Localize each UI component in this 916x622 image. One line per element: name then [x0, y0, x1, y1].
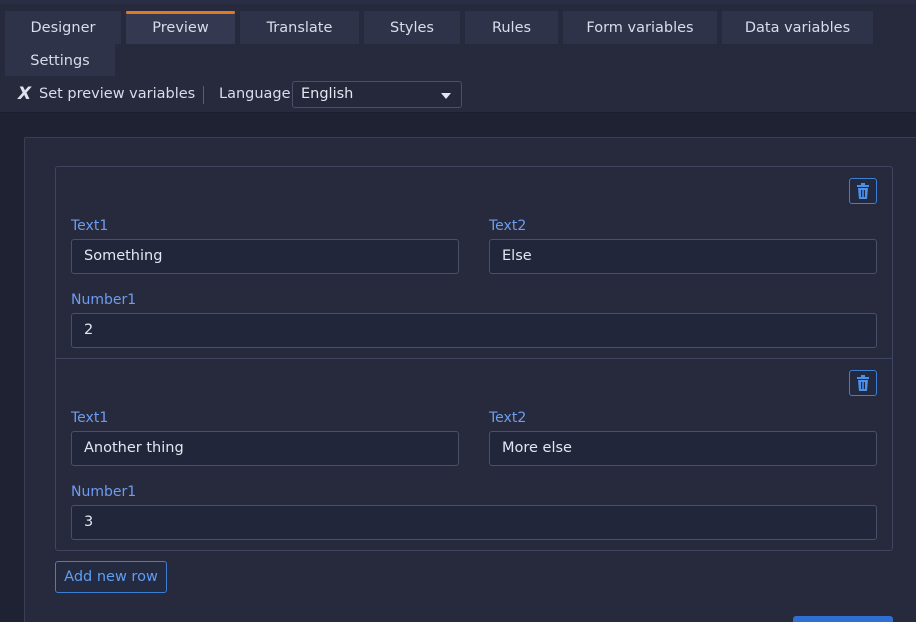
number1-label: Number1 [71, 484, 137, 500]
row-item: Text1 Something Text2 Else Number1 2 [56, 167, 892, 359]
trash-icon [857, 375, 869, 391]
text1-label: Text1 [71, 218, 109, 234]
tab-settings[interactable]: Settings [5, 44, 115, 77]
tab-preview[interactable]: Preview [126, 11, 235, 44]
preview-toolbar: 𝙓 Set preview variables Language English [0, 76, 916, 113]
text2-input[interactable]: Else [489, 239, 877, 274]
trash-icon [857, 183, 869, 199]
text1-label: Text1 [71, 410, 109, 426]
set-preview-variables-button[interactable]: Set preview variables [39, 86, 195, 102]
text2-input[interactable]: More else [489, 431, 877, 466]
text2-label: Text2 [489, 218, 527, 234]
bottom-action-button[interactable] [793, 616, 893, 622]
add-new-row-button[interactable]: Add new row [55, 561, 167, 593]
language-select[interactable]: English [292, 81, 462, 108]
tab-bar: Designer Preview Translate Styles Rules … [0, 0, 916, 77]
top-strip [0, 0, 916, 4]
row-item: Text1 Another thing Text2 More else Numb… [56, 358, 892, 550]
tab-designer[interactable]: Designer [5, 11, 121, 44]
tab-styles[interactable]: Styles [364, 11, 460, 44]
number1-input[interactable]: 3 [71, 505, 877, 540]
tab-translate[interactable]: Translate [240, 11, 359, 44]
tab-form-variables[interactable]: Form variables [563, 11, 717, 44]
delete-row-button[interactable] [849, 370, 877, 396]
caret-down-icon [441, 93, 451, 99]
text1-input[interactable]: Something [71, 239, 459, 274]
text1-input[interactable]: Another thing [71, 431, 459, 466]
delete-row-button[interactable] [849, 178, 877, 204]
language-label: Language [219, 86, 291, 102]
number1-input[interactable]: 2 [71, 313, 877, 348]
variable-x-icon[interactable]: 𝙓 [18, 85, 36, 103]
tab-rules[interactable]: Rules [465, 11, 558, 44]
repeating-rows: Text1 Something Text2 Else Number1 2 Tex… [55, 166, 893, 551]
tab-data-variables[interactable]: Data variables [722, 11, 873, 44]
language-select-value: English [301, 86, 354, 102]
text2-label: Text2 [489, 410, 527, 426]
number1-label: Number1 [71, 292, 137, 308]
toolbar-divider [203, 86, 204, 104]
